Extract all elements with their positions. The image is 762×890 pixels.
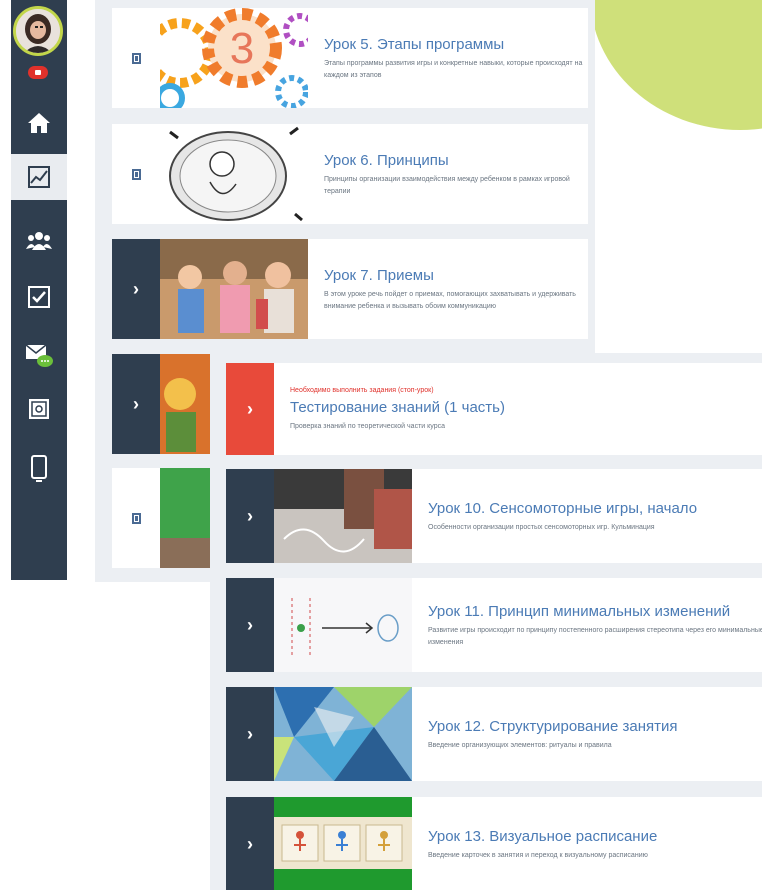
svg-text:3: 3 xyxy=(230,24,254,73)
lesson-tab[interactable]: › xyxy=(226,469,274,563)
gears-image: 3 xyxy=(160,8,308,108)
lesson-tab[interactable]: › xyxy=(112,354,160,454)
sidebar xyxy=(11,0,67,580)
page: 3 Урок 5. Этапы программы Этапы программ… xyxy=(0,0,762,890)
sidebar-item-progress[interactable] xyxy=(11,154,67,200)
lesson-tab[interactable] xyxy=(112,468,160,568)
checkbox-icon xyxy=(28,286,50,308)
lesson-thumbnail xyxy=(274,469,412,563)
lesson-info: Урок 13. Визуальное расписание Введение … xyxy=(412,797,728,890)
lesson-description: Особенности организации простых сенсомот… xyxy=(428,523,655,531)
lesson-info: Урок 12. Структурирование занятия Введен… xyxy=(412,687,678,781)
lesson-tab[interactable]: › xyxy=(226,578,274,672)
lesson-card[interactable]: › Урок 10. Сенсомоторные игры, начало Ос… xyxy=(226,469,762,563)
test-card[interactable]: › Необходимо выполнить задания (стоп-уро… xyxy=(226,363,762,455)
chevron-right-icon: › xyxy=(247,506,253,526)
lesson-tab[interactable]: › xyxy=(226,687,274,781)
test-tab[interactable]: › xyxy=(226,363,274,455)
lesson-info: Урок 5. Этапы программы Этапы программы … xyxy=(308,8,588,108)
lesson-info: Урок 10. Сенсомоторные игры, начало Особ… xyxy=(412,469,748,563)
chevron-right-icon: › xyxy=(247,399,253,419)
decorative-blob xyxy=(590,0,762,130)
lesson-card[interactable]: › Урок 12. Структурирование занятия Введ… xyxy=(226,687,762,781)
lesson-card[interactable]: 3 Урок 5. Этапы программы Этапы программ… xyxy=(112,8,588,108)
book-icon xyxy=(131,512,141,524)
test-title[interactable]: Тестирование знаний (1 часть) xyxy=(290,398,520,417)
book-icon xyxy=(131,168,141,180)
lesson-info: Урок 6. Принципы Принципы организации вз… xyxy=(308,124,588,224)
lesson-title[interactable]: Урок 12. Структурирование занятия xyxy=(428,717,678,736)
chart-icon xyxy=(28,166,50,188)
schedule-cards-image xyxy=(274,797,412,890)
lesson-thumbnail xyxy=(274,578,412,672)
sidebar-item-mobile[interactable] xyxy=(11,446,67,492)
lesson-thumbnail xyxy=(274,687,412,781)
sketch-image xyxy=(160,124,308,224)
lesson-card[interactable]: Урок 6. Принципы Принципы организации вз… xyxy=(112,124,588,224)
sidebar-item-home[interactable] xyxy=(11,100,67,146)
lesson-tab[interactable]: › xyxy=(226,797,274,890)
lesson-info: Урок 7. Приемы В этом уроке речь пойдет … xyxy=(308,239,588,339)
avatar[interactable] xyxy=(13,6,63,56)
avatar-portrait xyxy=(16,9,60,53)
lesson-card[interactable]: › Урок 7. Приемы В этом уроке речь пойде… xyxy=(112,239,588,339)
lesson-description: Этапы программы развития игры и конкретн… xyxy=(324,59,583,79)
stop-lesson-warning: Необходимо выполнить задания (стоп-урок) xyxy=(290,386,434,394)
lesson-description: Развитие игры происходит по принципу пос… xyxy=(428,626,762,646)
lesson-description: Введение карточек в занятия и переход к … xyxy=(428,851,648,859)
chevron-right-icon: › xyxy=(247,615,253,635)
lesson-info: Урок 11. Принцип минимальных изменений Р… xyxy=(412,578,762,672)
lesson-thumbnail: 3 xyxy=(160,8,308,108)
mosaic-image xyxy=(274,687,412,781)
messages-icon xyxy=(25,344,53,367)
test-info: Необходимо выполнить задания (стоп-урок)… xyxy=(274,363,520,455)
home-icon xyxy=(28,113,50,133)
lesson-tab[interactable] xyxy=(112,8,160,108)
lesson-card[interactable]: › Урок 11. Принцип минимальных изменений… xyxy=(226,578,762,672)
sensory-play-image xyxy=(274,469,412,563)
lesson-title[interactable]: Урок 5. Этапы программы xyxy=(324,35,588,54)
sidebar-item-tasks[interactable] xyxy=(11,274,67,320)
lesson-card[interactable]: › Урок 13. Визуальное расписание Введени… xyxy=(226,797,762,890)
lesson-thumbnail xyxy=(160,124,308,224)
test-description: Проверка знаний по теоретической части к… xyxy=(290,422,445,430)
lesson-tab[interactable] xyxy=(112,124,160,224)
group-icon xyxy=(26,232,52,250)
photo-children-image xyxy=(160,239,308,339)
lesson-thumbnail xyxy=(160,239,308,339)
lesson-tab[interactable]: › xyxy=(112,239,160,339)
sidebar-item-safe[interactable] xyxy=(11,386,67,432)
book-icon xyxy=(131,52,141,64)
notification-badge[interactable] xyxy=(28,66,48,79)
mobile-icon xyxy=(31,455,47,482)
lesson-description: Введение организующих элементов: ритуалы… xyxy=(428,741,612,749)
chevron-right-icon: › xyxy=(247,724,253,744)
chevron-right-icon: › xyxy=(133,394,139,414)
lesson-description: В этом уроке речь пойдет о приемах, помо… xyxy=(324,290,576,310)
chevron-right-icon: › xyxy=(133,279,139,299)
lesson-title[interactable]: Урок 11. Принцип минимальных изменений xyxy=(428,602,762,621)
lesson-title[interactable]: Урок 6. Принципы xyxy=(324,151,588,170)
sidebar-item-messages[interactable] xyxy=(11,332,67,378)
lesson-description: Принципы организации взаимодействия межд… xyxy=(324,175,570,195)
lesson-thumbnail xyxy=(274,797,412,890)
chevron-right-icon: › xyxy=(247,834,253,854)
lesson-title[interactable]: Урок 13. Визуальное расписание xyxy=(428,827,728,846)
sidebar-item-group[interactable] xyxy=(11,218,67,264)
lesson-title[interactable]: Урок 7. Приемы xyxy=(324,266,588,285)
safe-icon xyxy=(29,399,49,419)
lesson-title[interactable]: Урок 10. Сенсомоторные игры, начало xyxy=(428,499,748,518)
diagram-image xyxy=(274,578,412,672)
